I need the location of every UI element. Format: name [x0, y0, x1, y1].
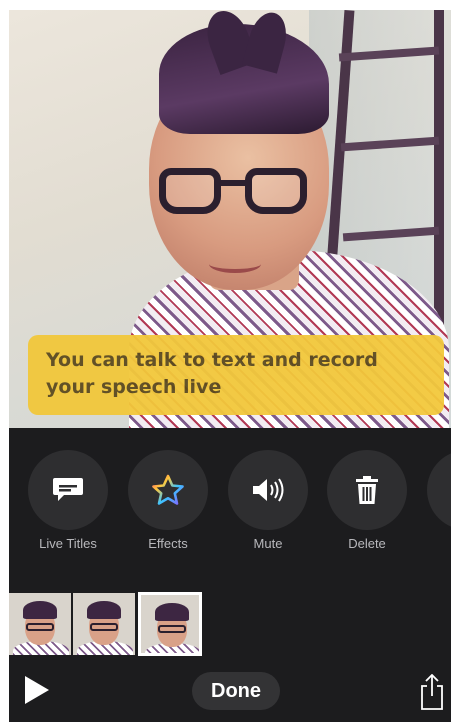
clips-editor: You can talk to text and record your spe… [9, 10, 451, 722]
person-glasses [159, 168, 309, 223]
clip-thumbnail-selected[interactable] [138, 592, 202, 656]
delete-button[interactable]: Delete [327, 450, 407, 551]
tool-label: Delete [348, 536, 386, 551]
more-tools-button[interactable] [427, 450, 451, 530]
bottom-bar: Done [9, 662, 451, 722]
caption-text: You can talk to text and record your spe… [46, 349, 378, 398]
clip-thumbnail[interactable] [73, 593, 135, 655]
speech-bubble-icon [53, 478, 83, 501]
effects-button[interactable]: Effects [128, 450, 208, 551]
video-preview[interactable]: You can talk to text and record your spe… [9, 10, 451, 428]
done-button[interactable]: Done [192, 672, 280, 710]
person-mouth [209, 255, 261, 273]
star-icon [152, 474, 184, 505]
share-icon[interactable] [420, 674, 444, 710]
mute-button[interactable]: Mute [228, 450, 308, 551]
play-icon[interactable] [25, 676, 49, 704]
live-titles-button[interactable]: Live Titles [28, 450, 108, 551]
tool-label: Mute [253, 536, 283, 551]
tool-label: Live Titles [39, 536, 97, 551]
trash-icon [356, 476, 378, 504]
tools-row: Live Titles Effects Mute Delete [9, 450, 451, 560]
clip-thumbnail[interactable] [9, 593, 71, 655]
tool-label: Effects [148, 536, 188, 551]
speaker-icon [253, 478, 284, 502]
live-title-caption[interactable]: You can talk to text and record your spe… [28, 335, 444, 415]
